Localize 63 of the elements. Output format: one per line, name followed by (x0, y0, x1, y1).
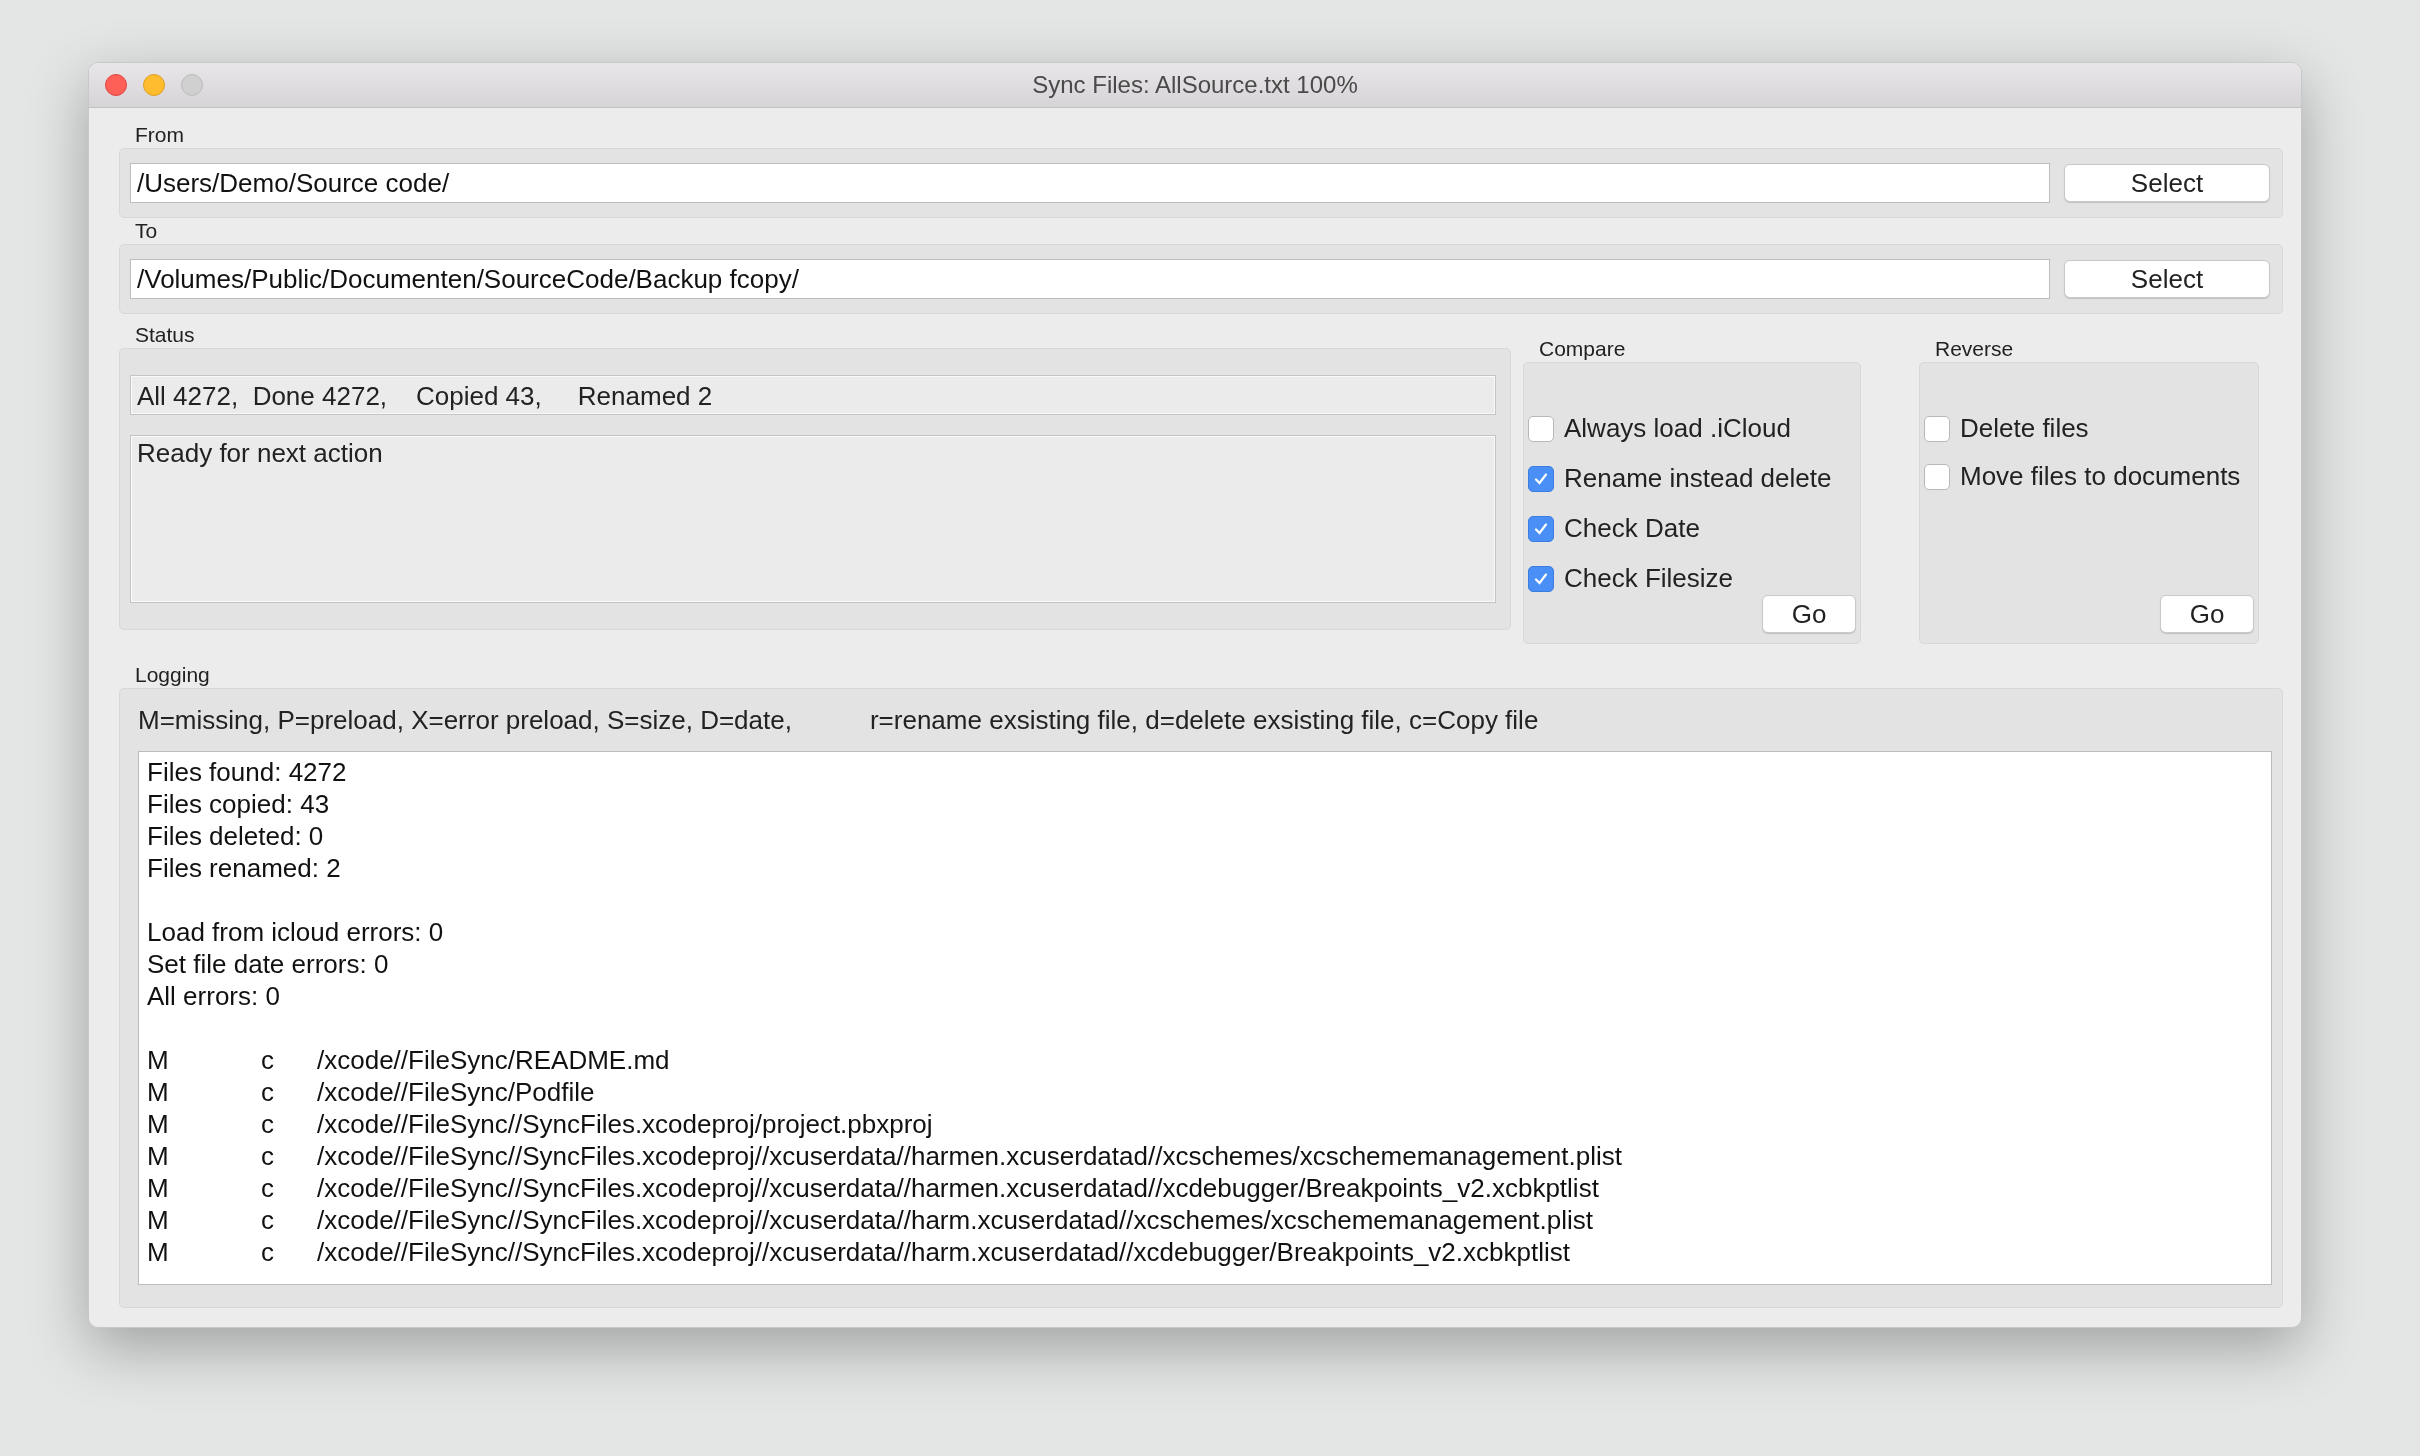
group-label: Logging (134, 662, 211, 688)
checkbox-label[interactable]: Rename instead delete (1564, 463, 1832, 494)
checkmark-icon (1533, 570, 1549, 587)
legend-text: r=rename exsisting file, d=delete exsisting file, c=Copy file (869, 704, 1539, 736)
group-label: Status (134, 322, 196, 348)
log-line: Load from icloud errors: 0 (147, 916, 445, 948)
status-message: Ready for next action (130, 435, 1496, 603)
checkmark-icon (1533, 470, 1549, 487)
log-action-text: c (261, 1236, 275, 1268)
minimize-icon[interactable] (143, 74, 165, 96)
zoom-icon[interactable] (181, 74, 203, 96)
log-flag-text: M (147, 1108, 170, 1140)
log-action-text: c (261, 1044, 275, 1076)
checkbox-label[interactable]: Check Filesize (1564, 563, 1734, 594)
log-path: /xcode//FileSync//SyncFiles.xcodeproj//xcuserdata//harmen.xcuserdatad//xcschemes/xcschememanagement.plist (317, 1140, 1622, 1172)
log-flag-text: M (147, 1236, 170, 1268)
log-path: /xcode//FileSync//SyncFiles.xcodeproj/project.pbxproj (317, 1108, 933, 1140)
checkbox[interactable] (1924, 415, 1950, 442)
log-path: /xcode//FileSync//SyncFiles.xcodeproj//xcuserdata//harm.xcuserdatad//xcdebugger/Breakpoints_v2.xcbkptlist (317, 1236, 1570, 1268)
select-button[interactable]: Select (2064, 260, 2270, 298)
log-line: Files found: 4272 (147, 756, 348, 788)
log-action-text: c (261, 1140, 275, 1172)
log-action-text: c (261, 1076, 275, 1108)
group-label: Compare (1538, 336, 1627, 362)
log-line: Files deleted: 0 (147, 820, 325, 852)
path-field[interactable]: /Users/Demo/Source code/ (130, 163, 2050, 203)
log-path: /xcode//FileSync//SyncFiles.xcodeproj//xcuserdata//harmen.xcuserdatad//xcdebugger/Breakpoints_v2.xcbkptlist (317, 1172, 1599, 1204)
log-line: Files renamed: 2 (147, 852, 342, 884)
log-line: Files copied: 43 (147, 788, 331, 820)
checkbox[interactable] (1528, 465, 1554, 492)
go-button[interactable]: Go (1762, 595, 1856, 633)
status-counts: All 4272, Done 4272, Copied 43, Renamed 2 (130, 375, 1496, 415)
log-flag-text: M (147, 1140, 170, 1172)
checkbox-label[interactable]: Move files to documents (1960, 461, 2241, 492)
log-path: /xcode//FileSync/README.md (317, 1044, 670, 1076)
log-flag-text: M (147, 1204, 170, 1236)
checkbox-label[interactable]: Delete files (1960, 413, 2089, 444)
group-label: Reverse (1934, 336, 2015, 362)
log-action-text: c (261, 1108, 275, 1140)
checkbox[interactable] (1528, 515, 1554, 542)
log-path: /xcode//FileSync//SyncFiles.xcodeproj//xcuserdata//harm.xcuserdatad//xcschemes/xcschememanagement.plist (317, 1204, 1593, 1236)
group-label: From (134, 122, 185, 148)
log-action-text: c (261, 1172, 275, 1204)
checkbox-label[interactable]: Check Date (1564, 513, 1700, 544)
log-action-text: c (261, 1204, 275, 1236)
log-flag-text: M (147, 1172, 170, 1204)
path-field[interactable]: /Volumes/Public/Documenten/SourceCode/Backup fcopy/ (130, 259, 2050, 299)
log-path: /xcode//FileSync/Podfile (317, 1076, 595, 1108)
checkmark-icon (1533, 520, 1549, 537)
group-label: To (134, 218, 159, 244)
log-flag-text: M (147, 1076, 170, 1108)
checkbox[interactable] (1528, 415, 1554, 442)
checkbox[interactable] (1924, 463, 1950, 490)
window-title: Sync Files: AllSource.txt 100% (1032, 71, 1358, 99)
checkbox[interactable] (1528, 565, 1554, 592)
select-button[interactable]: Select (2064, 164, 2270, 202)
legend-text: M=missing, P=preload, X=error preload, S=size, D=date, (138, 704, 792, 736)
log-line: All errors: 0 (147, 980, 281, 1012)
log-flag-text: M (147, 1044, 170, 1076)
go-button[interactable]: Go (2160, 595, 2254, 633)
checkbox-label[interactable]: Always load .iCloud (1564, 413, 1791, 444)
close-icon[interactable] (105, 74, 127, 96)
log-line: Set file date errors: 0 (147, 948, 390, 980)
